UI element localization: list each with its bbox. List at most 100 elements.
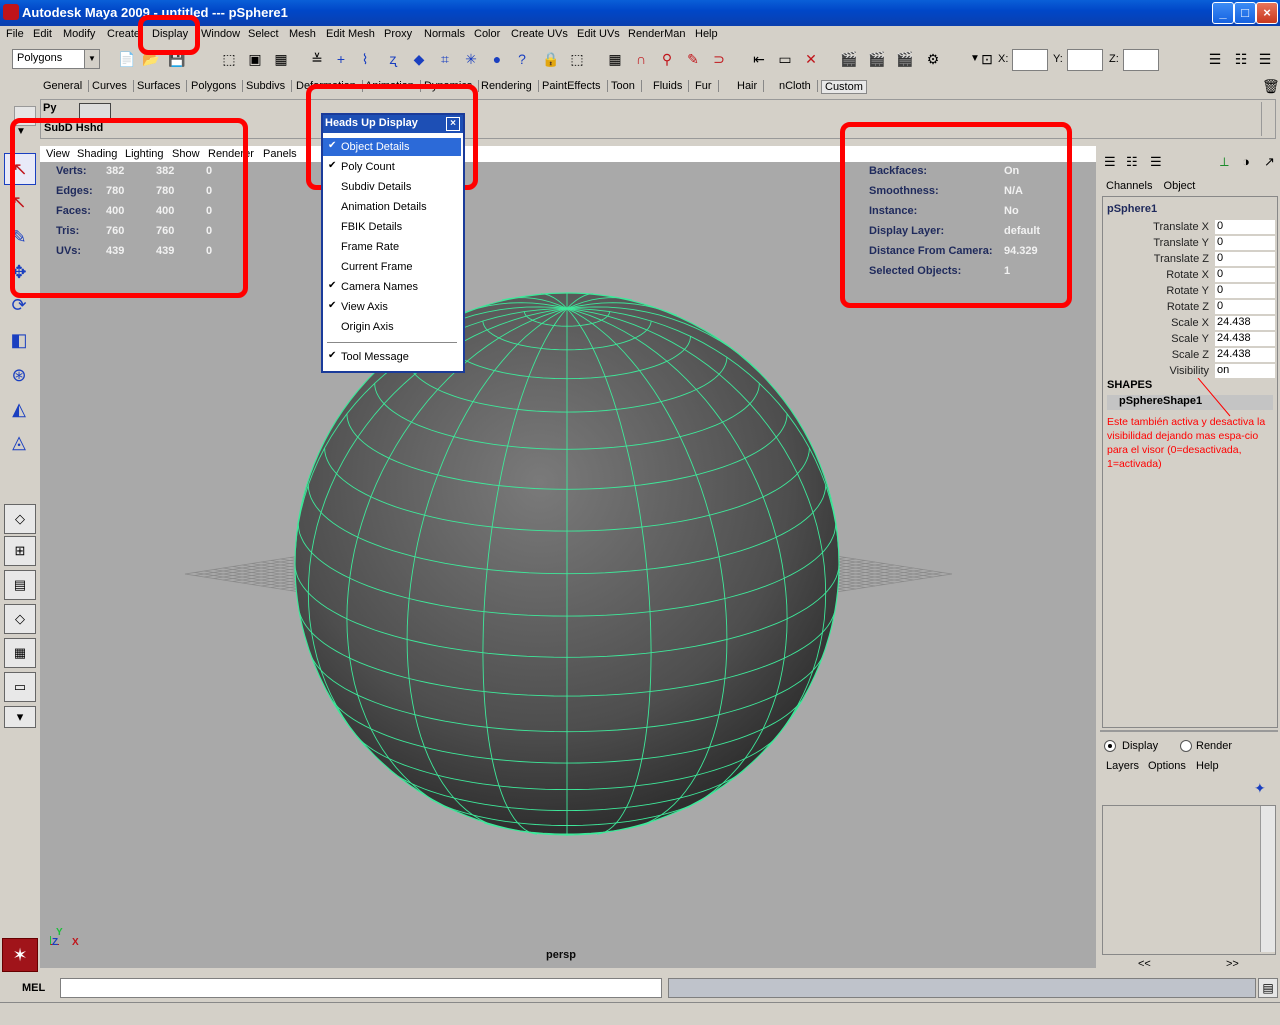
- hud-menu-item[interactable]: ✔ Poly Count: [323, 158, 461, 176]
- channel-attribute[interactable]: Rotate Z 0: [1103, 299, 1275, 315]
- render-ipr-icon[interactable]: 🎬: [868, 50, 886, 68]
- hud-menu-item[interactable]: FBIK Details: [323, 218, 461, 236]
- channel-attribute[interactable]: Scale Z 24.438: [1103, 347, 1275, 363]
- y-field[interactable]: [1067, 49, 1103, 71]
- menu-create-uvs[interactable]: Create UVs: [511, 28, 568, 40]
- channel-attribute[interactable]: Rotate X 0: [1103, 267, 1275, 283]
- snap-curve-icon[interactable]: ⌇: [356, 50, 374, 68]
- tool-settings-icon[interactable]: ☷: [1232, 50, 1250, 68]
- channel-attribute-value[interactable]: 24.438: [1215, 316, 1275, 330]
- hud-menu-item[interactable]: Subdiv Details: [323, 178, 461, 196]
- channel-attribute[interactable]: Rotate Y 0: [1103, 283, 1275, 299]
- menu-color[interactable]: Color: [474, 28, 500, 40]
- tab-rendering[interactable]: Rendering: [481, 80, 539, 92]
- menu-edit-mesh[interactable]: Edit Mesh: [326, 28, 375, 40]
- channel-menu-object[interactable]: Object: [1164, 180, 1196, 192]
- layout-outliner-icon[interactable]: ▤: [4, 570, 36, 600]
- select-component-icon[interactable]: ▦: [272, 50, 290, 68]
- snap-point-icon[interactable]: ʐ: [384, 50, 402, 68]
- magnet-icon[interactable]: ∩: [632, 50, 650, 68]
- channel-attribute[interactable]: Translate X 0: [1103, 219, 1275, 235]
- menu-set-select[interactable]: Polygons ▼: [12, 49, 100, 69]
- menu-window[interactable]: Window: [201, 28, 240, 40]
- channel-attribute-value[interactable]: on: [1215, 364, 1275, 378]
- layer-scrollbar[interactable]: [1260, 806, 1275, 952]
- channel-attribute-value[interactable]: 24.438: [1215, 348, 1275, 362]
- tab-polygons[interactable]: Polygons: [191, 80, 244, 92]
- channel-attribute[interactable]: Translate Z 0: [1103, 251, 1275, 267]
- close-icon[interactable]: ×: [446, 117, 460, 131]
- new-scene-icon[interactable]: 📄: [118, 50, 136, 68]
- hud-menu-item[interactable]: Current Frame: [323, 258, 461, 276]
- snap-plane-icon[interactable]: ◆: [410, 50, 428, 68]
- input-ops-icon[interactable]: ▦: [606, 50, 624, 68]
- channel-box-icon[interactable]: ☰: [1256, 50, 1274, 68]
- hud-menu-item[interactable]: Frame Rate: [323, 238, 461, 256]
- menu-create[interactable]: Create: [107, 28, 140, 40]
- z-field[interactable]: [1123, 49, 1159, 71]
- channel-attribute-value[interactable]: 0: [1215, 252, 1275, 266]
- hud-menu-item[interactable]: ✔ Tool Message: [323, 348, 461, 366]
- snap-live-icon[interactable]: ⌗: [436, 50, 454, 68]
- tab-general[interactable]: General: [43, 80, 90, 92]
- layout-dopesheet-icon[interactable]: ▭: [4, 672, 36, 702]
- show-manip-icon[interactable]: ◬: [4, 427, 34, 457]
- hud-menu-item[interactable]: Origin Axis: [323, 318, 461, 336]
- absolute-transform-icon[interactable]: ⊡: [978, 50, 996, 68]
- tab-painteffects[interactable]: PaintEffects: [542, 80, 608, 92]
- channel-attribute-value[interactable]: 0: [1215, 236, 1275, 250]
- trash-icon[interactable]: 🗑: [1262, 78, 1280, 95]
- scroll-right-button[interactable]: >>: [1226, 958, 1239, 970]
- menu-edit[interactable]: Edit: [33, 28, 52, 40]
- menu-normals[interactable]: Normals: [424, 28, 465, 40]
- new-layer-icon[interactable]: ✦: [1254, 780, 1266, 797]
- tab-custom[interactable]: Custom: [821, 80, 867, 94]
- layout-four-icon[interactable]: ⊞: [4, 536, 36, 566]
- history-icon[interactable]: ✳: [462, 50, 480, 68]
- axis-icon[interactable]: ⟂: [1220, 154, 1229, 170]
- make-live-icon[interactable]: ✎: [684, 50, 702, 68]
- hud-menu-item[interactable]: ✔ Object Details: [323, 138, 461, 156]
- filter-icon[interactable]: ≚: [308, 50, 326, 68]
- minimize-button[interactable]: _: [1212, 2, 1234, 24]
- lock-icon[interactable]: 🔒: [542, 50, 560, 68]
- panel-menu-panels[interactable]: Panels: [263, 148, 297, 160]
- channel-attribute-value[interactable]: 0: [1215, 268, 1275, 282]
- help-icon[interactable]: ?: [513, 50, 531, 68]
- channel-attribute-value[interactable]: 0: [1215, 220, 1275, 234]
- channel-box-object-name[interactable]: pSphere1: [1107, 203, 1157, 215]
- render-settings-icon[interactable]: 🎬: [896, 50, 914, 68]
- close-button[interactable]: ×: [1256, 2, 1278, 24]
- pointer-icon[interactable]: ↗: [1264, 154, 1275, 170]
- tab-hair[interactable]: Hair: [737, 80, 765, 92]
- x-field[interactable]: [1012, 49, 1048, 71]
- mel-input[interactable]: [60, 978, 662, 998]
- menu-select[interactable]: Select: [248, 28, 279, 40]
- channel-attribute[interactable]: Scale Y 24.438: [1103, 331, 1275, 347]
- soft-mod-icon[interactable]: ◭: [4, 394, 34, 424]
- tab-subdivs[interactable]: Subdivs: [246, 80, 293, 92]
- construction-history-icon[interactable]: ⊃: [710, 50, 728, 68]
- tab-surfaces[interactable]: Surfaces: [137, 80, 188, 92]
- select-object-icon[interactable]: ▣: [246, 50, 264, 68]
- layer-menu-help[interactable]: Help: [1196, 760, 1219, 772]
- layout-single-icon[interactable]: ◇: [4, 504, 36, 534]
- layer-menu-options[interactable]: Options: [1148, 760, 1186, 772]
- hud-menu-item[interactable]: ✔ Camera Names: [323, 278, 461, 296]
- menu-proxy[interactable]: Proxy: [384, 28, 412, 40]
- select-highlight-icon[interactable]: ⬚: [568, 50, 586, 68]
- channel-menu-channels[interactable]: Channels: [1106, 180, 1152, 192]
- layer-menu-layers[interactable]: Layers: [1106, 760, 1139, 772]
- channel-layer-icon[interactable]: ☷: [1126, 154, 1138, 170]
- script-editor-icon[interactable]: ▤: [1258, 978, 1278, 998]
- scale-tool-icon[interactable]: ◧: [4, 325, 34, 355]
- radio-display-label[interactable]: Display: [1122, 740, 1158, 752]
- channel-attribute-value[interactable]: 0: [1215, 284, 1275, 298]
- layout-graph-icon[interactable]: ◇: [4, 604, 36, 634]
- shelf-scrollbar[interactable]: [1261, 102, 1274, 136]
- menu-edit-uvs[interactable]: Edit UVs: [577, 28, 620, 40]
- channel-attribute[interactable]: Scale X 24.438: [1103, 315, 1275, 331]
- channel-attribute[interactable]: Translate Y 0: [1103, 235, 1275, 251]
- tab-curves[interactable]: Curves: [92, 80, 134, 92]
- scroll-left-button[interactable]: <<: [1138, 958, 1151, 970]
